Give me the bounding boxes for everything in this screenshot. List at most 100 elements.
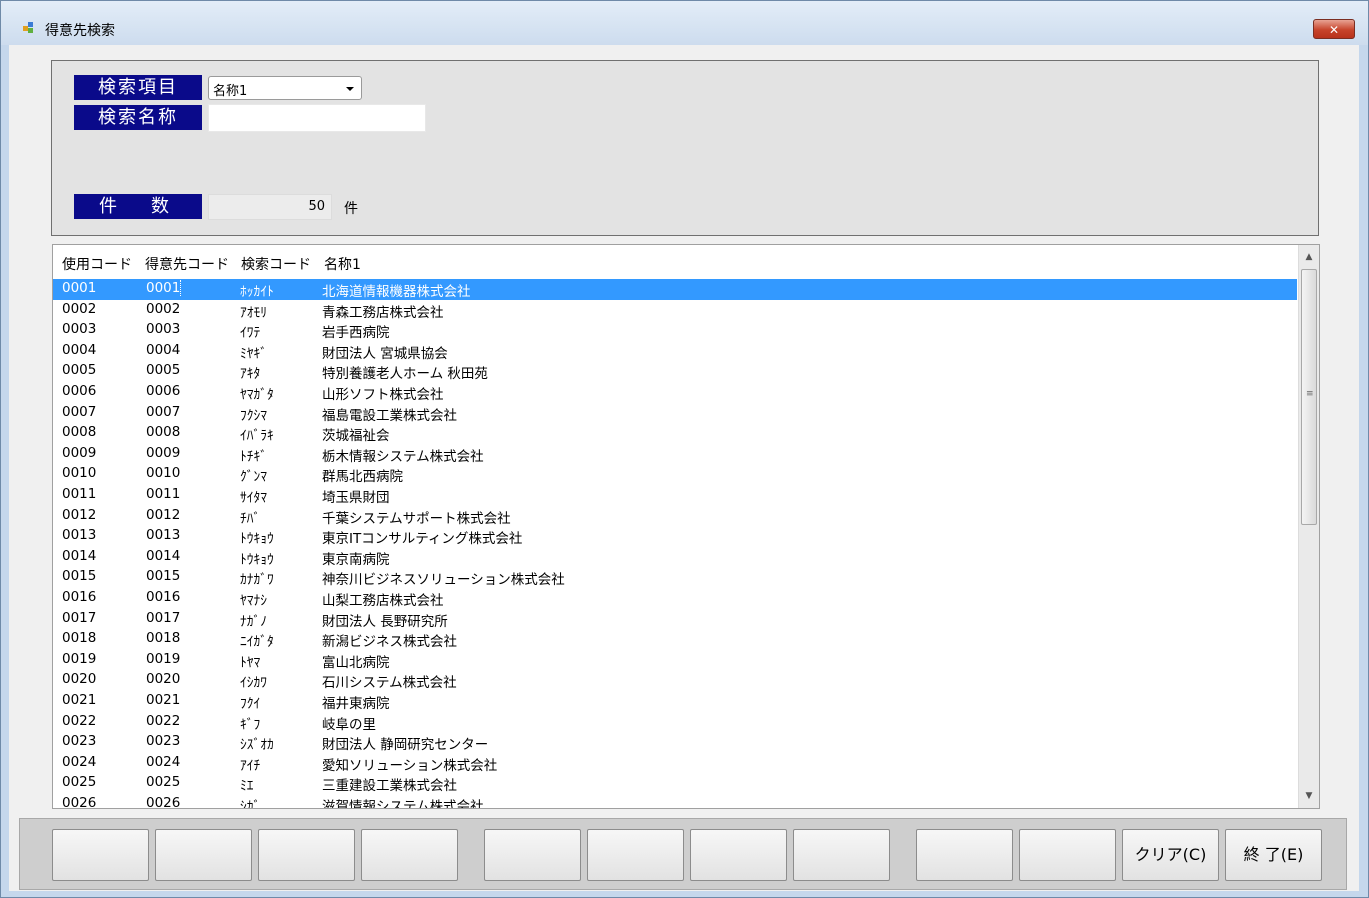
- cell-use-code: 0003: [62, 321, 97, 338]
- table-row[interactable]: 0010 0010 ｸﾞﾝﾏ 群馬北西病院: [53, 464, 1297, 485]
- table-row[interactable]: 0006 0006 ﾔﾏｶﾞﾀ 山形ソフト株式会社: [53, 382, 1297, 403]
- cell-name1: 福島電設工業株式会社: [322, 407, 457, 424]
- cell-search-code: ｲﾊﾞﾗｷ: [240, 428, 274, 445]
- table-row[interactable]: 0007 0007 ﾌｸｼﾏ 福島電設工業株式会社: [53, 403, 1297, 424]
- cell-name1: 岩手西病院: [322, 325, 390, 342]
- cell-search-code: ﾄﾁｷﾞ: [240, 448, 267, 465]
- cell-customer-code: 0024: [146, 753, 181, 770]
- table-row[interactable]: 0002 0002 ｱｵﾓﾘ 青森工務店株式会社: [53, 300, 1297, 321]
- table-row[interactable]: 0017 0017 ﾅｶﾞﾉ 財団法人 長野研究所: [53, 609, 1297, 630]
- cell-use-code: 0022: [62, 712, 97, 729]
- function-button-6[interactable]: [587, 829, 684, 881]
- table-row[interactable]: 0008 0008 ｲﾊﾞﾗｷ 茨城福祉会: [53, 423, 1297, 444]
- scroll-down-icon[interactable]: ▼: [1299, 786, 1319, 806]
- function-button-2[interactable]: [155, 829, 252, 881]
- table-row[interactable]: 0024 0024 ｱｲﾁ 愛知ソリューション株式会社: [53, 753, 1297, 774]
- table-row[interactable]: 0011 0011 ｻｲﾀﾏ 埼玉県財団: [53, 485, 1297, 506]
- cell-use-code: 0026: [62, 795, 97, 809]
- cell-search-code: ｶﾅｶﾞﾜ: [240, 572, 274, 589]
- clear-button[interactable]: クリア(C): [1122, 829, 1219, 881]
- cell-use-code: 0015: [62, 568, 97, 585]
- cell-search-code: ｱｲﾁ: [240, 757, 261, 774]
- cell-customer-code: 0006: [146, 383, 181, 399]
- cell-customer-code: 0016: [146, 589, 181, 605]
- cell-customer-code: 0025: [146, 774, 181, 791]
- cell-search-code: ｸﾞﾝﾏ: [240, 469, 267, 486]
- table-row[interactable]: 0014 0014 ﾄｳｷｮｳ 東京南病院: [53, 547, 1297, 568]
- search-field-select[interactable]: 名称1: [208, 76, 362, 100]
- cell-use-code: 0011: [62, 486, 97, 502]
- vertical-scrollbar[interactable]: ▲ ≡ ▼: [1298, 245, 1319, 808]
- cell-name1: 岐阜の里: [322, 716, 376, 733]
- close-button[interactable]: ✕: [1313, 19, 1355, 39]
- table-row[interactable]: 0026 0026 ｼｶﾞ 滋賀情報システム株式会社: [53, 794, 1297, 809]
- cell-search-code: ﾌｸｲ: [240, 696, 261, 712]
- table-row[interactable]: 0023 0023 ｼｽﾞｵｶ 財団法人 静岡研究センター: [53, 732, 1297, 753]
- cell-name1: 特別養護老人ホーム 秋田苑: [322, 366, 488, 383]
- table-row[interactable]: 0009 0009 ﾄﾁｷﾞ 栃木情報システム株式会社: [53, 444, 1297, 465]
- function-button-5[interactable]: [484, 829, 581, 881]
- cell-customer-code: 0007: [146, 403, 181, 420]
- cell-search-code: ｲﾜﾃ: [240, 325, 261, 342]
- function-button-8[interactable]: [793, 829, 890, 881]
- cell-search-code: ｱｵﾓﾘ: [240, 304, 267, 321]
- function-button-3[interactable]: [258, 829, 355, 881]
- cell-search-code: ﾎｯｶｲﾄ: [240, 284, 274, 300]
- exit-button[interactable]: 終 了(E): [1225, 829, 1322, 881]
- table-row[interactable]: 0018 0018 ﾆｲｶﾞﾀ 新潟ビジネス株式会社: [53, 629, 1297, 650]
- function-button-4[interactable]: [361, 829, 458, 881]
- cell-use-code: 0018: [62, 630, 97, 647]
- cell-search-code: ｻｲﾀﾏ: [240, 490, 267, 506]
- cell-customer-code: 0008: [146, 424, 181, 441]
- count-label: 件 数: [74, 194, 202, 219]
- scroll-thumb[interactable]: ≡: [1301, 269, 1317, 525]
- table-row[interactable]: 0020 0020 ｲｼｶﾜ 石川システム株式会社: [53, 670, 1297, 691]
- client-area: 検索項目 名称1 検索名称 件 数 50 件 使用コード 得意先コード 検索コー…: [9, 45, 1359, 891]
- function-button-7[interactable]: [690, 829, 787, 881]
- cell-use-code: 0009: [62, 444, 97, 461]
- table-row[interactable]: 0004 0004 ﾐﾔｷﾞ 財団法人 宮城県協会: [53, 341, 1297, 362]
- table-row[interactable]: 0015 0015 ｶﾅｶﾞﾜ 神奈川ビジネスソリューション株式会社: [53, 567, 1297, 588]
- function-button-9[interactable]: [916, 829, 1013, 881]
- function-button-1[interactable]: [52, 829, 149, 881]
- cell-customer-code: 0001: [146, 280, 182, 296]
- cell-search-code: ﾐｴ: [240, 778, 254, 795]
- cell-name1: 東京ITコンサルティング株式会社: [322, 531, 523, 548]
- table-row[interactable]: 0021 0021 ﾌｸｲ 福井東病院: [53, 691, 1297, 712]
- table-row[interactable]: 0025 0025 ﾐｴ 三重建設工業株式会社: [53, 773, 1297, 794]
- table-row[interactable]: 0019 0019 ﾄﾔﾏ 富山北病院: [53, 650, 1297, 671]
- cell-customer-code: 0005: [146, 362, 181, 379]
- search-name-input[interactable]: [208, 104, 426, 132]
- table-row[interactable]: 0005 0005 ｱｷﾀ 特別養護老人ホーム 秋田苑: [53, 361, 1297, 382]
- cell-use-code: 0013: [62, 527, 97, 544]
- table-row[interactable]: 0022 0022 ｷﾞﾌ 岐阜の里: [53, 712, 1297, 733]
- table-row[interactable]: 0003 0003 ｲﾜﾃ 岩手西病院: [53, 320, 1297, 341]
- cell-use-code: 0002: [62, 300, 97, 317]
- table-row[interactable]: 0013 0013 ﾄｳｷｮｳ 東京ITコンサルティング株式会社: [53, 526, 1297, 547]
- cell-name1: 滋賀情報システム株式会社: [322, 799, 484, 809]
- cell-use-code: 0005: [62, 362, 97, 379]
- cell-search-code: ﾆｲｶﾞﾀ: [240, 634, 274, 651]
- table-row[interactable]: 0016 0016 ﾔﾏﾅｼ 山梨工務店株式会社: [53, 588, 1297, 609]
- cell-search-code: ｱｷﾀ: [240, 366, 261, 383]
- cell-use-code: 0020: [62, 671, 97, 688]
- table-row[interactable]: 0012 0012 ﾁﾊﾞ 千葉システムサポート株式会社: [53, 506, 1297, 527]
- cell-name1: 福井東病院: [322, 696, 390, 712]
- cell-name1: 北海道情報機器株式会社: [322, 284, 471, 300]
- cell-name1: 神奈川ビジネスソリューション株式会社: [322, 572, 565, 589]
- search-field-value: 名称1: [213, 84, 248, 99]
- result-grid[interactable]: 使用コード 得意先コード 検索コード 名称1 0001 0001 ﾎｯｶｲﾄ 北海道情…: [52, 244, 1320, 809]
- scroll-up-icon[interactable]: ▲: [1299, 247, 1319, 267]
- function-button-10[interactable]: [1019, 829, 1116, 881]
- table-row[interactable]: 0001 0001 ﾎｯｶｲﾄ 北海道情報機器株式会社: [53, 279, 1297, 300]
- cell-customer-code: 0012: [146, 506, 181, 523]
- cell-customer-code: 0009: [146, 444, 181, 461]
- column-header-use-code[interactable]: 使用コード: [62, 254, 132, 274]
- cell-use-code: 0025: [62, 774, 97, 791]
- column-header-name1[interactable]: 名称1: [324, 254, 361, 274]
- column-header-customer-code[interactable]: 得意先コード: [145, 254, 229, 274]
- cell-customer-code: 0019: [146, 650, 181, 667]
- cell-customer-code: 0002: [146, 300, 181, 317]
- column-header-search-code[interactable]: 検索コード: [241, 254, 311, 274]
- cell-use-code: 0023: [62, 733, 97, 750]
